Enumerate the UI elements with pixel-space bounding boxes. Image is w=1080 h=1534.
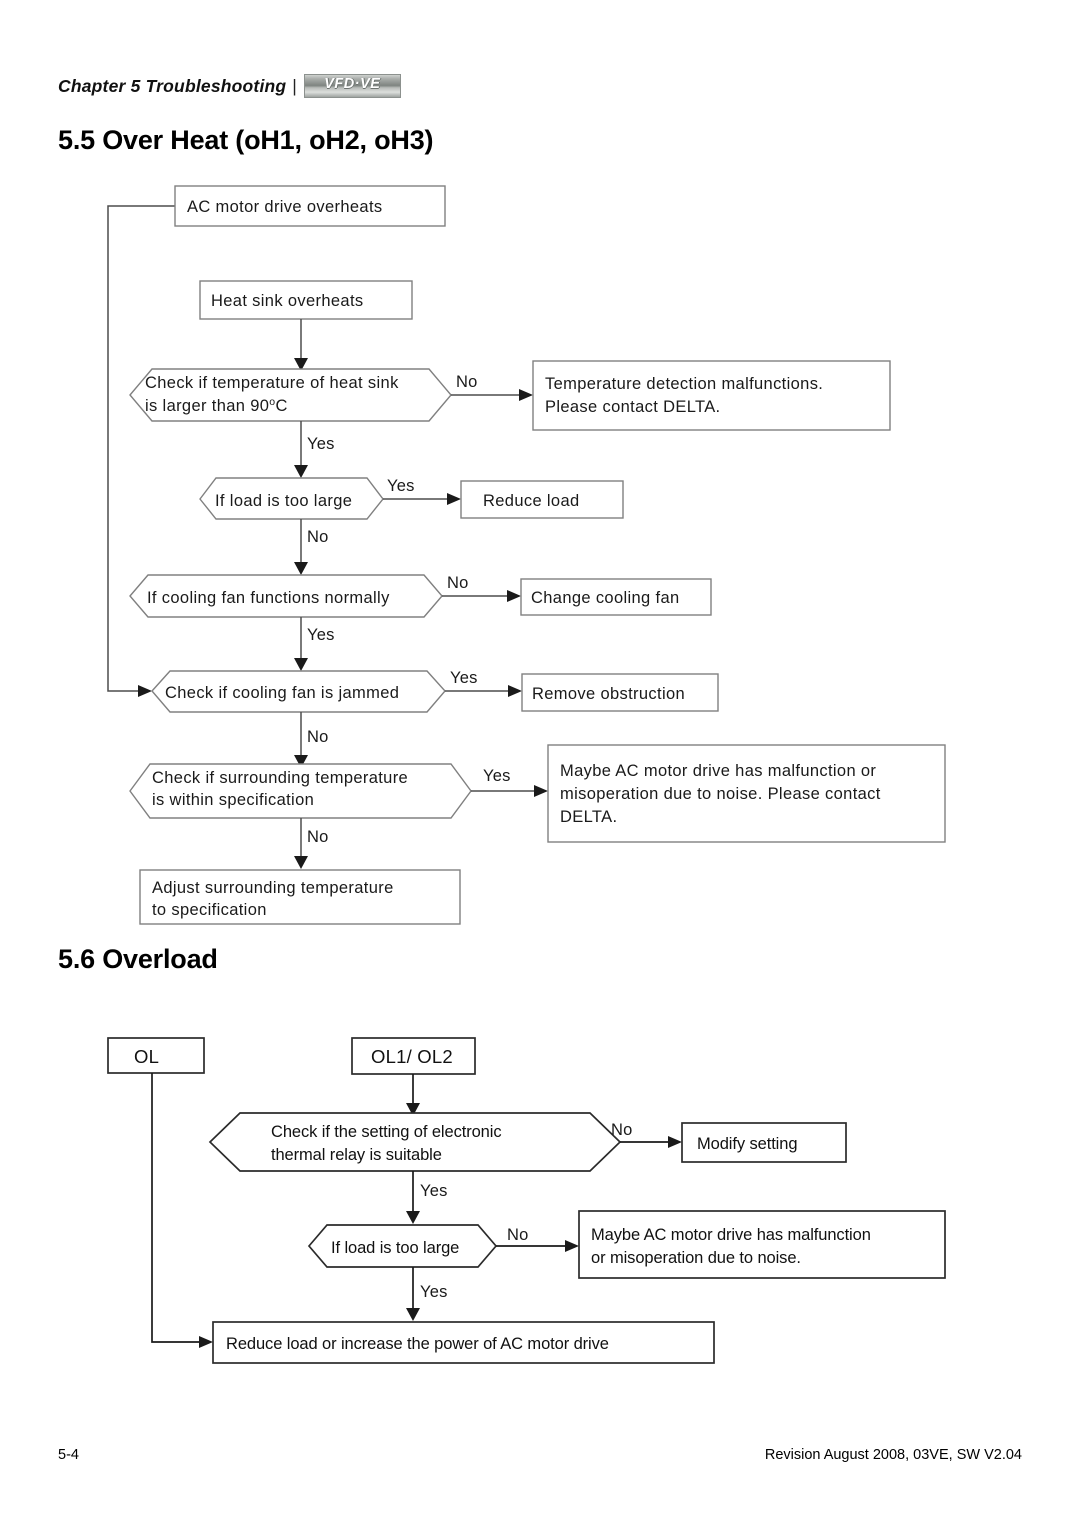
footer-page-number: 5-4 xyxy=(58,1447,79,1463)
edge-label-fan-jammed-no: No xyxy=(307,728,329,746)
vfd-ve-logo: VFD·VE xyxy=(303,74,401,98)
node-maybe-malfunction-noise-ol-line1: Maybe AC motor drive has malfunction xyxy=(591,1226,871,1244)
flowchart-overload: OL OL1/ OL2 Check if the setting of elec… xyxy=(107,1037,946,1364)
edge-label-fan-jammed-yes: Yes xyxy=(450,669,478,687)
node-adjust-surrounding-temperature-line2: to specification xyxy=(152,901,267,919)
node-check-thermal-relay-setting-line1: Check if the setting of electronic xyxy=(271,1123,501,1141)
arrowhead-ol-to-reduce xyxy=(199,1336,213,1348)
node-adjust-surrounding-temperature-line1: Adjust surrounding temperature xyxy=(152,879,394,897)
edge-label-load-yes-oh: Yes xyxy=(387,477,415,495)
arrowhead-fan-normal-yes xyxy=(294,658,308,671)
footer-revision: Revision August 2008, 03VE, SW V2.04 xyxy=(764,1447,1022,1463)
flowcharts: AC motor drive overheats Heat sink overh… xyxy=(107,185,946,1364)
arrowhead-fan-jammed-no xyxy=(294,755,308,768)
section-heading-over-heat: 5.5 Over Heat (oH1, oH2, oH3) xyxy=(58,125,434,155)
node-temperature-detection-malfunction-line2: Please contact DELTA. xyxy=(545,398,720,416)
node-check-cooling-fan-jammed-label: Check if cooling fan is jammed xyxy=(165,684,399,702)
node-check-surrounding-temperature-line2: is within specification xyxy=(152,791,314,809)
vfd-ve-logo-text: VFD·VE xyxy=(324,76,381,92)
node-reduce-load-label: Reduce load xyxy=(483,492,580,510)
edge-label-fan-normal-no: No xyxy=(447,574,469,592)
node-maybe-malfunction-noise-oh-line1: Maybe AC motor drive has malfunction or xyxy=(560,762,876,780)
edge-label-temp-check-no: No xyxy=(456,373,478,391)
node-check-thermal-relay-setting-line2: thermal relay is suitable xyxy=(271,1146,442,1164)
node-maybe-malfunction-noise-oh-line2: misoperation due to noise. Please contac… xyxy=(560,785,881,803)
arrowhead-temp-check-no xyxy=(519,389,533,401)
edge-label-load-yes-ol: Yes xyxy=(420,1283,448,1301)
document-page: Chapter 5 Troubleshooting | VFD·VE 5.5 O… xyxy=(0,0,1080,1534)
node-maybe-malfunction-noise-oh-line3: DELTA. xyxy=(560,808,617,826)
edge-label-load-no-ol: No xyxy=(507,1226,529,1244)
node-check-heatsink-temperature-line1: Check if temperature of heat sink xyxy=(145,374,399,392)
edge-label-surrounding-no: No xyxy=(307,828,329,846)
node-remove-obstruction-label: Remove obstruction xyxy=(532,685,685,703)
edge-label-relay-no: No xyxy=(611,1121,633,1139)
node-if-cooling-fan-normal-label: If cooling fan functions normally xyxy=(147,589,390,607)
header-separator: | xyxy=(292,75,297,96)
node-ol-label: OL xyxy=(134,1046,159,1067)
edge-label-surrounding-yes: Yes xyxy=(483,767,511,785)
arrowhead-start-to-fan-jammed xyxy=(138,685,152,697)
arrowhead-temp-check-yes xyxy=(294,465,308,478)
arrowhead-load-yes-oh xyxy=(447,493,461,505)
node-temperature-detection-malfunction xyxy=(532,360,891,431)
node-reduce-load-increase-power-label: Reduce load or increase the power of AC … xyxy=(226,1335,609,1353)
chapter-title: Chapter 5 Troubleshooting xyxy=(58,75,287,96)
node-check-surrounding-temperature-line1: Check if surrounding temperature xyxy=(152,769,408,787)
section-heading-overload: 5.6 Overload xyxy=(58,944,218,974)
edge-label-fan-normal-yes: Yes xyxy=(307,626,335,644)
node-change-cooling-fan-label: Change cooling fan xyxy=(531,589,680,607)
node-ac-motor-drive-overheats-label: AC motor drive overheats xyxy=(187,198,382,216)
edge-ol-to-reduce xyxy=(151,1073,199,1343)
node-temperature-detection-malfunction-line1: Temperature detection malfunctions. xyxy=(545,375,823,393)
edge-start-to-fan-jammed xyxy=(107,205,175,692)
arrowhead-load-no-ol xyxy=(565,1240,579,1252)
node-check-heatsink-temperature-line2: is larger than 90oC xyxy=(145,396,288,415)
arrowhead-load-no-oh xyxy=(294,562,308,575)
arrowhead-load-yes-ol xyxy=(406,1308,420,1321)
arrowhead-surrounding-no xyxy=(294,856,308,869)
node-if-load-too-large-oh-label: If load is too large xyxy=(215,492,352,510)
edge-label-temp-check-yes: Yes xyxy=(307,435,335,453)
flowchart-over-heat: AC motor drive overheats Heat sink overh… xyxy=(107,185,946,925)
arrowhead-fan-jammed-yes xyxy=(508,685,522,697)
node-maybe-malfunction-noise-ol-line2: or misoperation due to noise. xyxy=(591,1249,801,1267)
arrowhead-surrounding-yes xyxy=(534,785,548,797)
arrowhead-heatsink-to-temp-check xyxy=(294,358,308,371)
arrowhead-relay-no xyxy=(668,1136,682,1148)
edge-label-relay-yes: Yes xyxy=(420,1182,448,1200)
node-ol1-ol2-label: OL1/ OL2 xyxy=(371,1046,453,1067)
node-maybe-malfunction-noise-ol xyxy=(578,1210,946,1279)
arrowhead-ol12-to-relay xyxy=(406,1103,420,1116)
edge-label-load-no-oh: No xyxy=(307,528,329,546)
node-modify-setting-label: Modify setting xyxy=(697,1135,797,1153)
arrowhead-relay-yes xyxy=(406,1211,420,1224)
node-heat-sink-overheats-label: Heat sink overheats xyxy=(211,292,363,310)
node-if-load-too-large-ol-label: If load is too large xyxy=(331,1239,459,1257)
page-header: Chapter 5 Troubleshooting | VFD·VE xyxy=(58,72,401,100)
arrowhead-fan-normal-no xyxy=(507,590,521,602)
